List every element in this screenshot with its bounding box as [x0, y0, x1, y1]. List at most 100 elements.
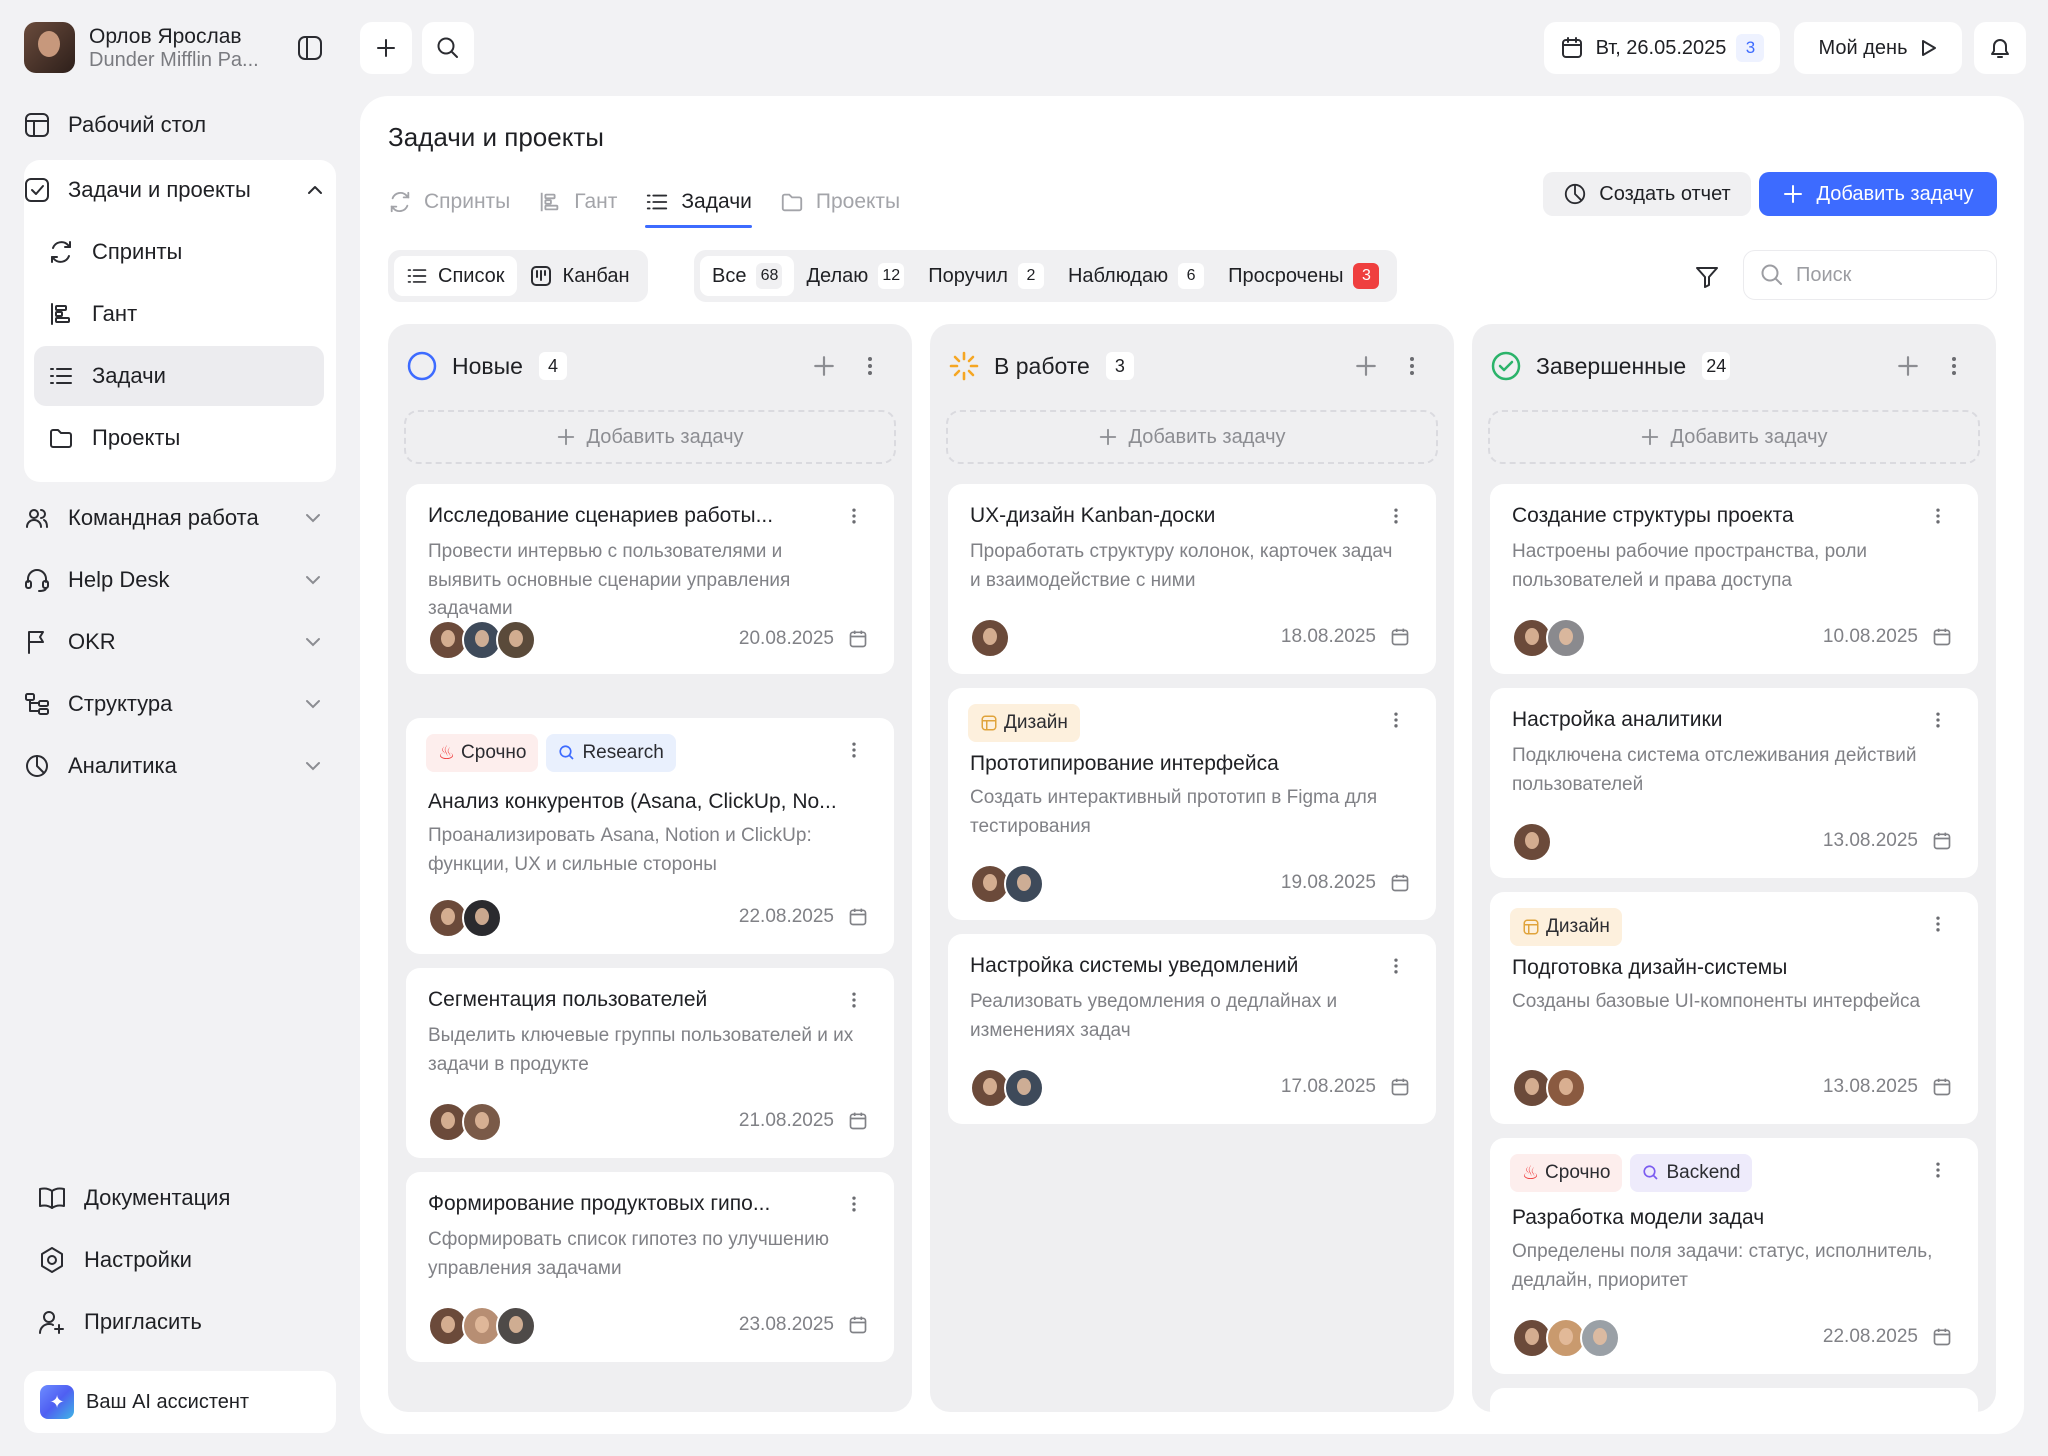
more-icon[interactable] — [1386, 710, 1406, 730]
sidebar-item-label: Структура — [68, 691, 173, 716]
ai-assistant-button[interactable]: ✦ Ваш AI ассистент — [24, 1371, 336, 1433]
due-date: 21.08.2025 — [739, 1110, 868, 1132]
add-task-button[interactable]: Добавить задачу — [1759, 172, 1997, 216]
due-date-text: 18.08.2025 — [1280, 626, 1376, 647]
calendar-icon — [1391, 1078, 1409, 1096]
sidebar-item-desktop[interactable]: Рабочий стол — [24, 101, 334, 149]
tab-gantt[interactable]: Гант — [538, 178, 617, 226]
more-icon[interactable] — [844, 990, 864, 1010]
avatar — [1512, 822, 1552, 862]
date-picker[interactable]: Вт, 26.05.2025 3 — [1544, 22, 1780, 74]
filter-all[interactable]: Все 68 — [700, 256, 795, 296]
more-icon[interactable] — [844, 1194, 864, 1214]
assignees — [1512, 822, 1552, 862]
status-new-icon — [407, 351, 437, 381]
task-card[interactable]: Настройка аналитики Подключена система о… — [1490, 688, 1978, 878]
task-card[interactable]: Создание структуры проекта Настроены раб… — [1490, 484, 1978, 674]
more-icon[interactable] — [1386, 506, 1406, 526]
my-day-button[interactable]: Мой день — [1794, 22, 1962, 74]
status-done-icon — [1491, 351, 1521, 381]
task-description: Сформировать список гипотез по улучшению… — [428, 1229, 829, 1279]
more-icon[interactable] — [1928, 1160, 1948, 1180]
plus-icon[interactable] — [1354, 354, 1378, 378]
filter-overdue[interactable]: Просрочены 3 — [1216, 256, 1391, 296]
more-icon[interactable] — [1386, 956, 1406, 976]
more-icon[interactable] — [1400, 354, 1424, 378]
sidebar-item-teamwork[interactable]: Командная работа — [24, 494, 334, 542]
tag-urgent: ♨ Срочно — [1510, 1154, 1623, 1192]
task-card[interactable]: Сегментация пользователей Выделить ключе… — [406, 968, 894, 1158]
more-icon[interactable] — [1942, 354, 1966, 378]
filter-icon[interactable] — [1694, 264, 1720, 290]
task-card[interactable]: Дизайн Прототипирование интерфейса Созда… — [948, 688, 1436, 920]
sidebar-sub-label: Задачи — [92, 363, 166, 388]
more-icon[interactable] — [1928, 710, 1948, 730]
task-card[interactable]: ♨ Срочно Backend Разработка модели задач … — [1490, 1138, 1978, 1374]
tab-sprints[interactable]: Спринты — [388, 178, 510, 226]
sidebar-item-helpdesk[interactable]: Help Desk — [24, 556, 334, 604]
plus-icon[interactable] — [1896, 354, 1920, 378]
filter-doing[interactable]: Делаю 12 — [794, 256, 916, 296]
due-date: 13.08.2025 — [1823, 1076, 1952, 1098]
sidebar-item-settings[interactable]: Настройки — [38, 1236, 348, 1284]
more-icon[interactable] — [844, 740, 864, 760]
sidebar-item-okr[interactable]: OKR — [24, 618, 334, 666]
chevron-up-icon[interactable] — [306, 181, 324, 199]
task-card[interactable]: ♨ Срочно Research Анализ конкурентов (Asa… — [406, 718, 894, 954]
assignees — [428, 898, 502, 938]
tab-tasks[interactable]: Задачи — [645, 178, 752, 228]
add-task-inline[interactable]: Добавить задачу — [404, 410, 896, 464]
sidebar-item-tasks[interactable]: Задачи и проекты — [24, 166, 336, 214]
sidebar-item-analytics[interactable]: Аналитика — [24, 742, 334, 790]
search-input[interactable]: Поиск — [1743, 250, 1997, 300]
search-button[interactable] — [422, 22, 474, 74]
list-icon — [50, 368, 72, 384]
user-profile[interactable]: Орлов Ярослав Dunder Mifflin Pa... — [24, 22, 259, 73]
more-icon[interactable] — [858, 354, 882, 378]
task-card[interactable]: Дизайн Подготовка дизайн-системы Созданы… — [1490, 892, 1978, 1124]
filter-watching[interactable]: Наблюдаю 6 — [1056, 256, 1216, 296]
more-icon[interactable] — [1928, 506, 1948, 526]
assignees — [970, 618, 1010, 658]
plus-icon[interactable] — [812, 354, 836, 378]
column-title: В работе — [994, 352, 1090, 379]
more-icon[interactable] — [844, 506, 864, 526]
sidebar-toggle-icon[interactable] — [297, 35, 323, 61]
sidebar-sub-gantt[interactable]: Гант — [34, 284, 324, 344]
create-report-button[interactable]: Создать отчет — [1543, 172, 1751, 216]
task-card[interactable]: UX-дизайн Kanban-доски Проработать струк… — [948, 484, 1436, 674]
task-card[interactable]: Формирование продуктовых гипо... Сформир… — [406, 1172, 894, 1362]
chevron-down-icon[interactable] — [304, 509, 322, 527]
task-card[interactable] — [1490, 1388, 1978, 1412]
avatar — [462, 898, 502, 938]
more-icon[interactable] — [1928, 914, 1948, 934]
filter-assigned[interactable]: Поручил 2 — [916, 256, 1056, 296]
tab-label: Проекты — [815, 190, 901, 213]
view-list[interactable]: Список — [394, 256, 517, 296]
sidebar-sub-label: Спринты — [92, 239, 183, 264]
play-icon — [1921, 40, 1936, 56]
add-task-inline[interactable]: Добавить задачу — [946, 410, 1438, 464]
due-date-text: 10.08.2025 — [1822, 626, 1918, 647]
tab-projects[interactable]: Проекты — [780, 178, 900, 226]
sidebar-item-structure[interactable]: Структура — [24, 680, 334, 728]
sidebar-item-invite[interactable]: Пригласить — [38, 1298, 348, 1346]
view-kanban[interactable]: Канбан — [517, 256, 642, 296]
tag-label: Research — [582, 742, 664, 763]
chevron-down-icon[interactable] — [304, 633, 322, 651]
task-card[interactable]: Настройка системы уведомлений Реализоват… — [948, 934, 1436, 1124]
sidebar: Орлов Ярослав Dunder Mifflin Pa... Рабоч… — [0, 0, 360, 1456]
sidebar-sub-projects[interactable]: Проекты — [34, 408, 324, 468]
notifications-button[interactable] — [1974, 22, 2026, 74]
sidebar-item-docs[interactable]: Документация — [38, 1174, 348, 1222]
create-button[interactable] — [360, 22, 412, 74]
sidebar-sub-sprints[interactable]: Спринты — [34, 222, 324, 282]
due-date: 17.08.2025 — [1281, 1076, 1410, 1098]
add-task-inline[interactable]: Добавить задачу — [1488, 410, 1980, 464]
chevron-down-icon[interactable] — [304, 695, 322, 713]
sprint-icon — [390, 191, 410, 213]
sidebar-sub-tasks[interactable]: Задачи — [34, 346, 324, 406]
chevron-down-icon[interactable] — [304, 571, 322, 589]
task-card[interactable]: Исследование сценариев работы... Провест… — [406, 484, 894, 674]
chevron-down-icon[interactable] — [304, 757, 322, 775]
